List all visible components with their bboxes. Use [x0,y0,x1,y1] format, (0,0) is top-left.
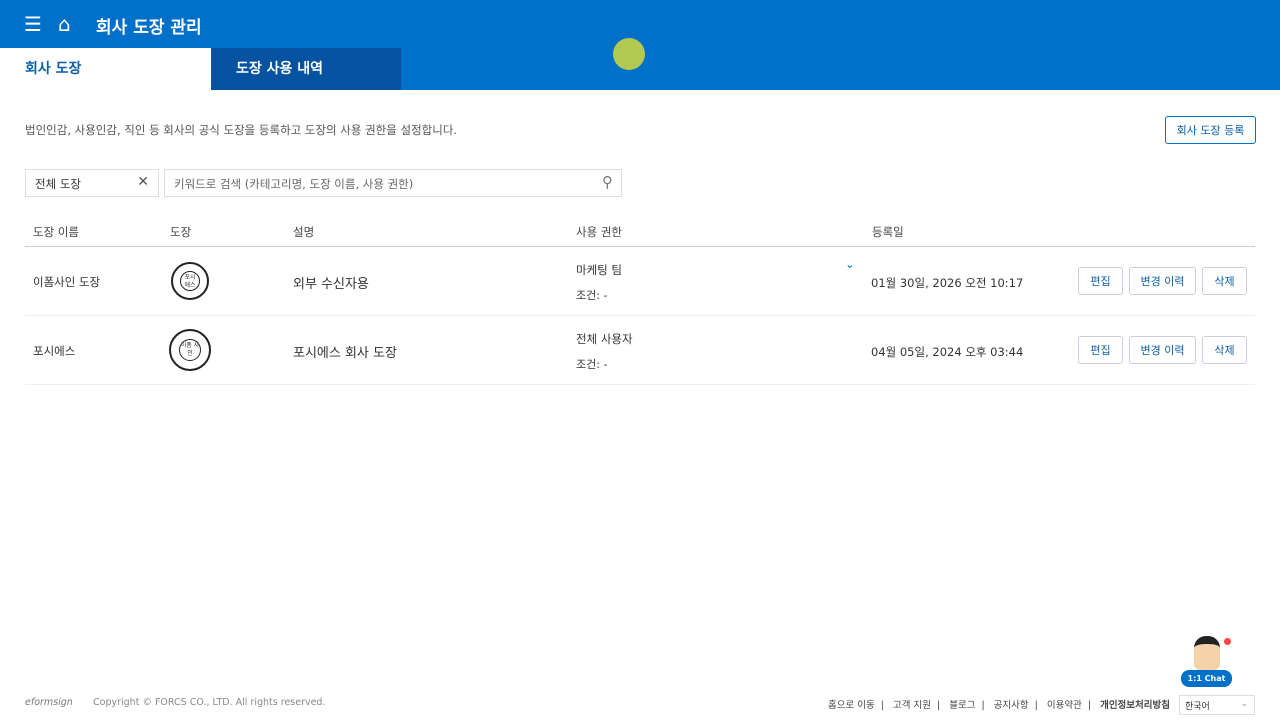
tab-seal-usage-history[interactable]: 도장 사용 내역 [211,48,401,90]
seal-image: 포시 에스 [171,262,209,300]
search-icon[interactable]: ⚲ [602,173,613,191]
chat-avatar-icon[interactable] [1194,636,1220,670]
language-value: 한국어 [1185,702,1210,712]
column-header-name: 도장 이름 [33,225,79,239]
page-title: 회사 도장 관리 [96,18,202,38]
column-header-description: 설명 [293,225,315,239]
chevron-down-icon: ⌄ [1240,699,1248,709]
clear-icon[interactable]: ✕ [137,174,149,190]
delete-button[interactable]: 삭제 [1202,336,1247,364]
search-placeholder: 키워드로 검색 (카테고리명, 도장 이름, 사용 권한) [174,177,414,191]
column-header-seal: 도장 [170,225,192,239]
seal-condition: 조건: - [576,358,608,371]
page-description: 법인인감, 사용인감, 직인 등 회사의 공식 도장을 등록하고 도장의 사용 … [25,123,458,137]
delete-button[interactable]: 삭제 [1202,267,1247,295]
edit-button[interactable]: 편집 [1078,267,1123,295]
cursor-highlight [613,38,645,70]
footer-logo: eformsign [25,697,73,708]
footer-links: 홈으로 이동 | 고객 지원 | 블로그 | 공지사항 | 이용약관 | 개인정보처리방침 [828,700,1170,711]
home-icon[interactable]: ⌂ [58,12,71,36]
seal-permission: 전체 사용자 [576,332,633,346]
register-seal-button[interactable]: 회사 도장 등록 [1165,116,1256,144]
seal-condition: 조건: - [576,289,608,302]
footer-link-support[interactable]: 고객 지원 [893,700,931,711]
seal-description: 포시에스 회사 도장 [293,346,397,361]
language-select[interactable]: 한국어 ⌄ [1179,695,1255,715]
search-input[interactable]: 키워드로 검색 (카테고리명, 도장 이름, 사용 권한) ⚲ [164,169,622,197]
seal-date: 04월 05일, 2024 오후 03:44 [871,345,1024,359]
footer-link-blog[interactable]: 블로그 [949,700,975,711]
seal-name: 포시에스 [33,344,76,358]
notification-dot [1224,638,1231,645]
seal-image: 이폼 사인 [169,329,211,371]
seal-text: 포시 에스 [180,271,200,291]
footer-link-privacy[interactable]: 개인정보처리방침 [1100,700,1170,711]
history-button[interactable]: 변경 이력 [1129,336,1196,364]
seal-date: 01월 30일, 2026 오전 10:17 [871,276,1024,290]
seal-filter[interactable]: 전체 도장 ✕ [25,169,159,197]
seal-text: 이폼 사인 [179,339,201,361]
column-header-permission: 사용 권한 [576,225,622,239]
hamburger-menu-icon[interactable]: ☰ [24,14,42,34]
filter-value: 전체 도장 [35,177,81,191]
footer-link-notice[interactable]: 공지사항 [994,700,1029,711]
copyright: Copyright © FORCS CO., LTD. All rights r… [93,697,326,708]
history-button[interactable]: 변경 이력 [1129,267,1196,295]
seal-name: 이폼사인 도장 [33,275,101,289]
footer-link-home[interactable]: 홈으로 이동 [828,700,875,711]
footer-link-terms[interactable]: 이용약관 [1047,700,1082,711]
column-header-date: 등록일 [872,225,904,239]
seal-description: 외부 수신자용 [293,277,369,292]
table-row[interactable]: 포시에스 이폼 사인 포시에스 회사 도장 전체 사용자 조건: - 04월 0… [25,316,1255,385]
tab-company-seal[interactable]: 회사 도장 [0,48,211,90]
edit-button[interactable]: 편집 [1078,336,1123,364]
chevron-down-icon[interactable]: ⌄ [845,257,855,271]
seal-permission: 마케팅 팀 [576,263,622,277]
chat-button[interactable]: 1:1 Chat [1181,670,1232,687]
table-row[interactable]: 이폼사인 도장 포시 에스 외부 수신자용 마케팅 팀 ⌄ 조건: - 01월 … [25,247,1255,316]
